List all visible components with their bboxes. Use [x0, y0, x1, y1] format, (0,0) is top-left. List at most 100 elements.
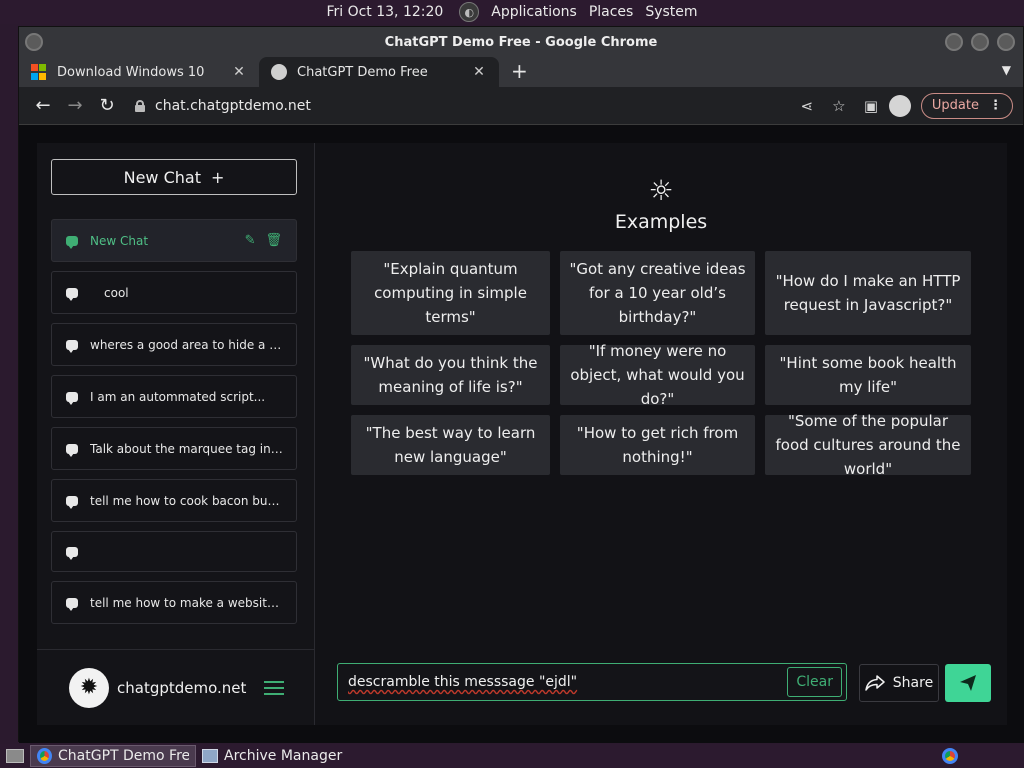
chat-item[interactable]: I am an autommated script...	[51, 375, 297, 418]
new-chat-button[interactable]: New Chat +	[51, 159, 297, 195]
example-card[interactable]: "Hint some book health my life"	[765, 345, 971, 405]
menu-applications[interactable]: Applications	[491, 4, 577, 20]
chat-item[interactable]	[51, 531, 297, 572]
reload-icon[interactable]: ↻	[93, 92, 121, 120]
update-button[interactable]: Update ⋮	[920, 92, 1013, 119]
archive-icon	[202, 749, 218, 763]
titlebar[interactable]: ChatGPT Demo Free - Google Chrome	[19, 27, 1023, 57]
chat-bubble-icon	[66, 443, 78, 457]
example-card[interactable]: "If money were no object, what would you…	[560, 342, 755, 408]
taskbar-item-label: ChatGPT Demo Fre...	[58, 748, 189, 764]
chat-bubble-icon	[66, 235, 78, 249]
sun-icon: ☼	[648, 174, 674, 207]
minimize-button[interactable]	[945, 33, 963, 51]
chat-item-label: wheres a good area to hide a body	[90, 337, 296, 352]
send-button[interactable]	[945, 664, 991, 702]
example-card[interactable]: "Explain quantum computing in simple ter…	[351, 251, 550, 335]
gnome-foot-icon[interactable]: ◐	[459, 2, 480, 22]
chat-item[interactable]: tell me how to make a website but...	[51, 581, 297, 624]
sidebar-footer: ✹ chatgptdemo.net	[37, 649, 315, 725]
example-card[interactable]: "Got any creative ideas for a 10 year ol…	[560, 251, 755, 335]
edit-pencil-icon[interactable]: ✎	[245, 233, 256, 248]
update-label: Update	[931, 98, 979, 113]
example-card[interactable]: "Some of the popular food cultures aroun…	[765, 412, 971, 478]
chat-app: New Chat + New Chat ✎ 🗑 cool wheres a go…	[37, 143, 1007, 725]
forward-arrow-icon[interactable]: →	[61, 92, 89, 120]
sidebar: New Chat + New Chat ✎ 🗑 cool wheres a go…	[37, 143, 315, 725]
examples-title: Examples	[614, 211, 708, 233]
chat-item-label: tell me how to make a website but...	[90, 595, 296, 610]
tab-label: Download Windows 10	[57, 64, 205, 80]
new-tab-button[interactable]: +	[511, 57, 528, 87]
example-card[interactable]: "How do I make an HTTP request in Javasc…	[765, 251, 971, 335]
menu-system[interactable]: System	[645, 4, 697, 20]
taskbar-item-label: Archive Manager	[224, 748, 343, 764]
message-composer: descramble this messsage "ejdl" Clear	[337, 663, 847, 701]
chat-item[interactable]: wheres a good area to hide a body	[51, 323, 297, 366]
new-chat-label: New Chat	[123, 167, 201, 187]
kebab-menu-icon[interactable]: ⋮	[989, 98, 1002, 113]
maximize-button[interactable]	[971, 33, 989, 51]
share-icon[interactable]: ⋖	[793, 92, 821, 120]
chat-bubble-icon	[66, 495, 78, 509]
chat-item-active[interactable]: New Chat ✎ 🗑	[51, 219, 297, 262]
clear-button[interactable]: Clear	[787, 667, 842, 697]
sun-logo-icon: ✹	[69, 667, 109, 708]
browser-window: ChatGPT Demo Free - Google Chrome Downlo…	[18, 26, 1024, 743]
windows-logo-icon	[31, 64, 47, 80]
chrome-icon	[37, 748, 52, 764]
menu-places[interactable]: Places	[589, 4, 634, 20]
chat-item-label: New Chat	[90, 233, 149, 248]
chat-bubble-icon	[66, 287, 78, 301]
close-window-button[interactable]	[997, 33, 1015, 51]
toolbar: ← → ↻ chat.chatgptdemo.net ⋖ ☆ ▣ Update …	[19, 87, 1023, 125]
page-viewport: New Chat + New Chat ✎ 🗑 cool wheres a go…	[19, 125, 1024, 743]
show-desktop-button[interactable]	[0, 745, 30, 767]
tray-chrome[interactable]	[936, 745, 964, 767]
taskbar-item-chrome[interactable]: ChatGPT Demo Fre...	[30, 745, 196, 767]
tab-strip: Download Windows 10 ✕ ChatGPT Demo Free …	[19, 57, 1023, 87]
message-input[interactable]: descramble this messsage "ejdl"	[348, 674, 787, 690]
close-icon[interactable]: ✕	[471, 64, 487, 80]
chat-bubble-icon	[66, 597, 78, 611]
window-title: ChatGPT Demo Free - Google Chrome	[384, 34, 658, 50]
trash-icon[interactable]: 🗑	[265, 233, 282, 248]
taskbar: ChatGPT Demo Fre... Archive Manager	[0, 744, 1024, 768]
clock[interactable]: Fri Oct 13, 12:20	[326, 4, 443, 20]
hamburger-menu-icon[interactable]	[264, 680, 285, 695]
side-panel-icon[interactable]: ▣	[857, 92, 885, 120]
chat-item[interactable]: tell me how to cook bacon but wri...	[51, 479, 297, 522]
main-panel: ☼ Examples "Explain quantum computing in…	[315, 143, 1007, 725]
share-button[interactable]: Share	[859, 664, 939, 702]
chat-item[interactable]: Talk about the marquee tag in gre...	[51, 427, 297, 470]
chrome-icon	[942, 748, 958, 764]
star-icon[interactable]: ☆	[825, 92, 853, 120]
back-arrow-icon[interactable]: ←	[29, 92, 57, 120]
example-card[interactable]: "The best way to learn new language"	[351, 415, 550, 475]
chat-history-list: New Chat ✎ 🗑 cool wheres a good area to …	[51, 219, 297, 633]
example-card[interactable]: "How to get rich from nothing!"	[560, 415, 755, 475]
chat-item-label: Talk about the marquee tag in gre...	[90, 441, 296, 456]
profile-avatar-icon[interactable]	[888, 94, 911, 117]
tab-download-windows[interactable]: Download Windows 10 ✕	[19, 57, 259, 87]
lock-icon[interactable]	[135, 99, 145, 112]
share-arrow-icon	[865, 675, 885, 691]
chat-item[interactable]: cool	[51, 271, 297, 314]
example-card[interactable]: "What do you think the meaning of life i…	[351, 345, 550, 405]
chat-bubble-icon	[66, 391, 78, 405]
plus-icon: +	[210, 167, 225, 187]
tab-chatgpt-demo[interactable]: ChatGPT Demo Free ✕	[259, 57, 499, 87]
chevron-down-icon[interactable]: ▼	[1002, 63, 1011, 77]
close-icon[interactable]: ✕	[231, 64, 247, 80]
taskbar-item-archive-manager[interactable]: Archive Manager	[196, 745, 348, 767]
chat-item-label: I am an autommated script...	[90, 389, 266, 404]
top-panel: Fri Oct 13, 12:20 ◐ Applications Places …	[0, 0, 1024, 24]
brand-name: chatgptdemo.net	[117, 678, 247, 697]
chat-item-label: cool	[104, 285, 129, 300]
tab-label: ChatGPT Demo Free	[297, 64, 428, 80]
chat-bubble-icon	[66, 339, 78, 353]
share-label: Share	[892, 675, 934, 691]
address-bar[interactable]: chat.chatgptdemo.net	[125, 91, 789, 120]
chat-bubble-icon	[66, 546, 78, 560]
url-text: chat.chatgptdemo.net	[155, 97, 311, 114]
